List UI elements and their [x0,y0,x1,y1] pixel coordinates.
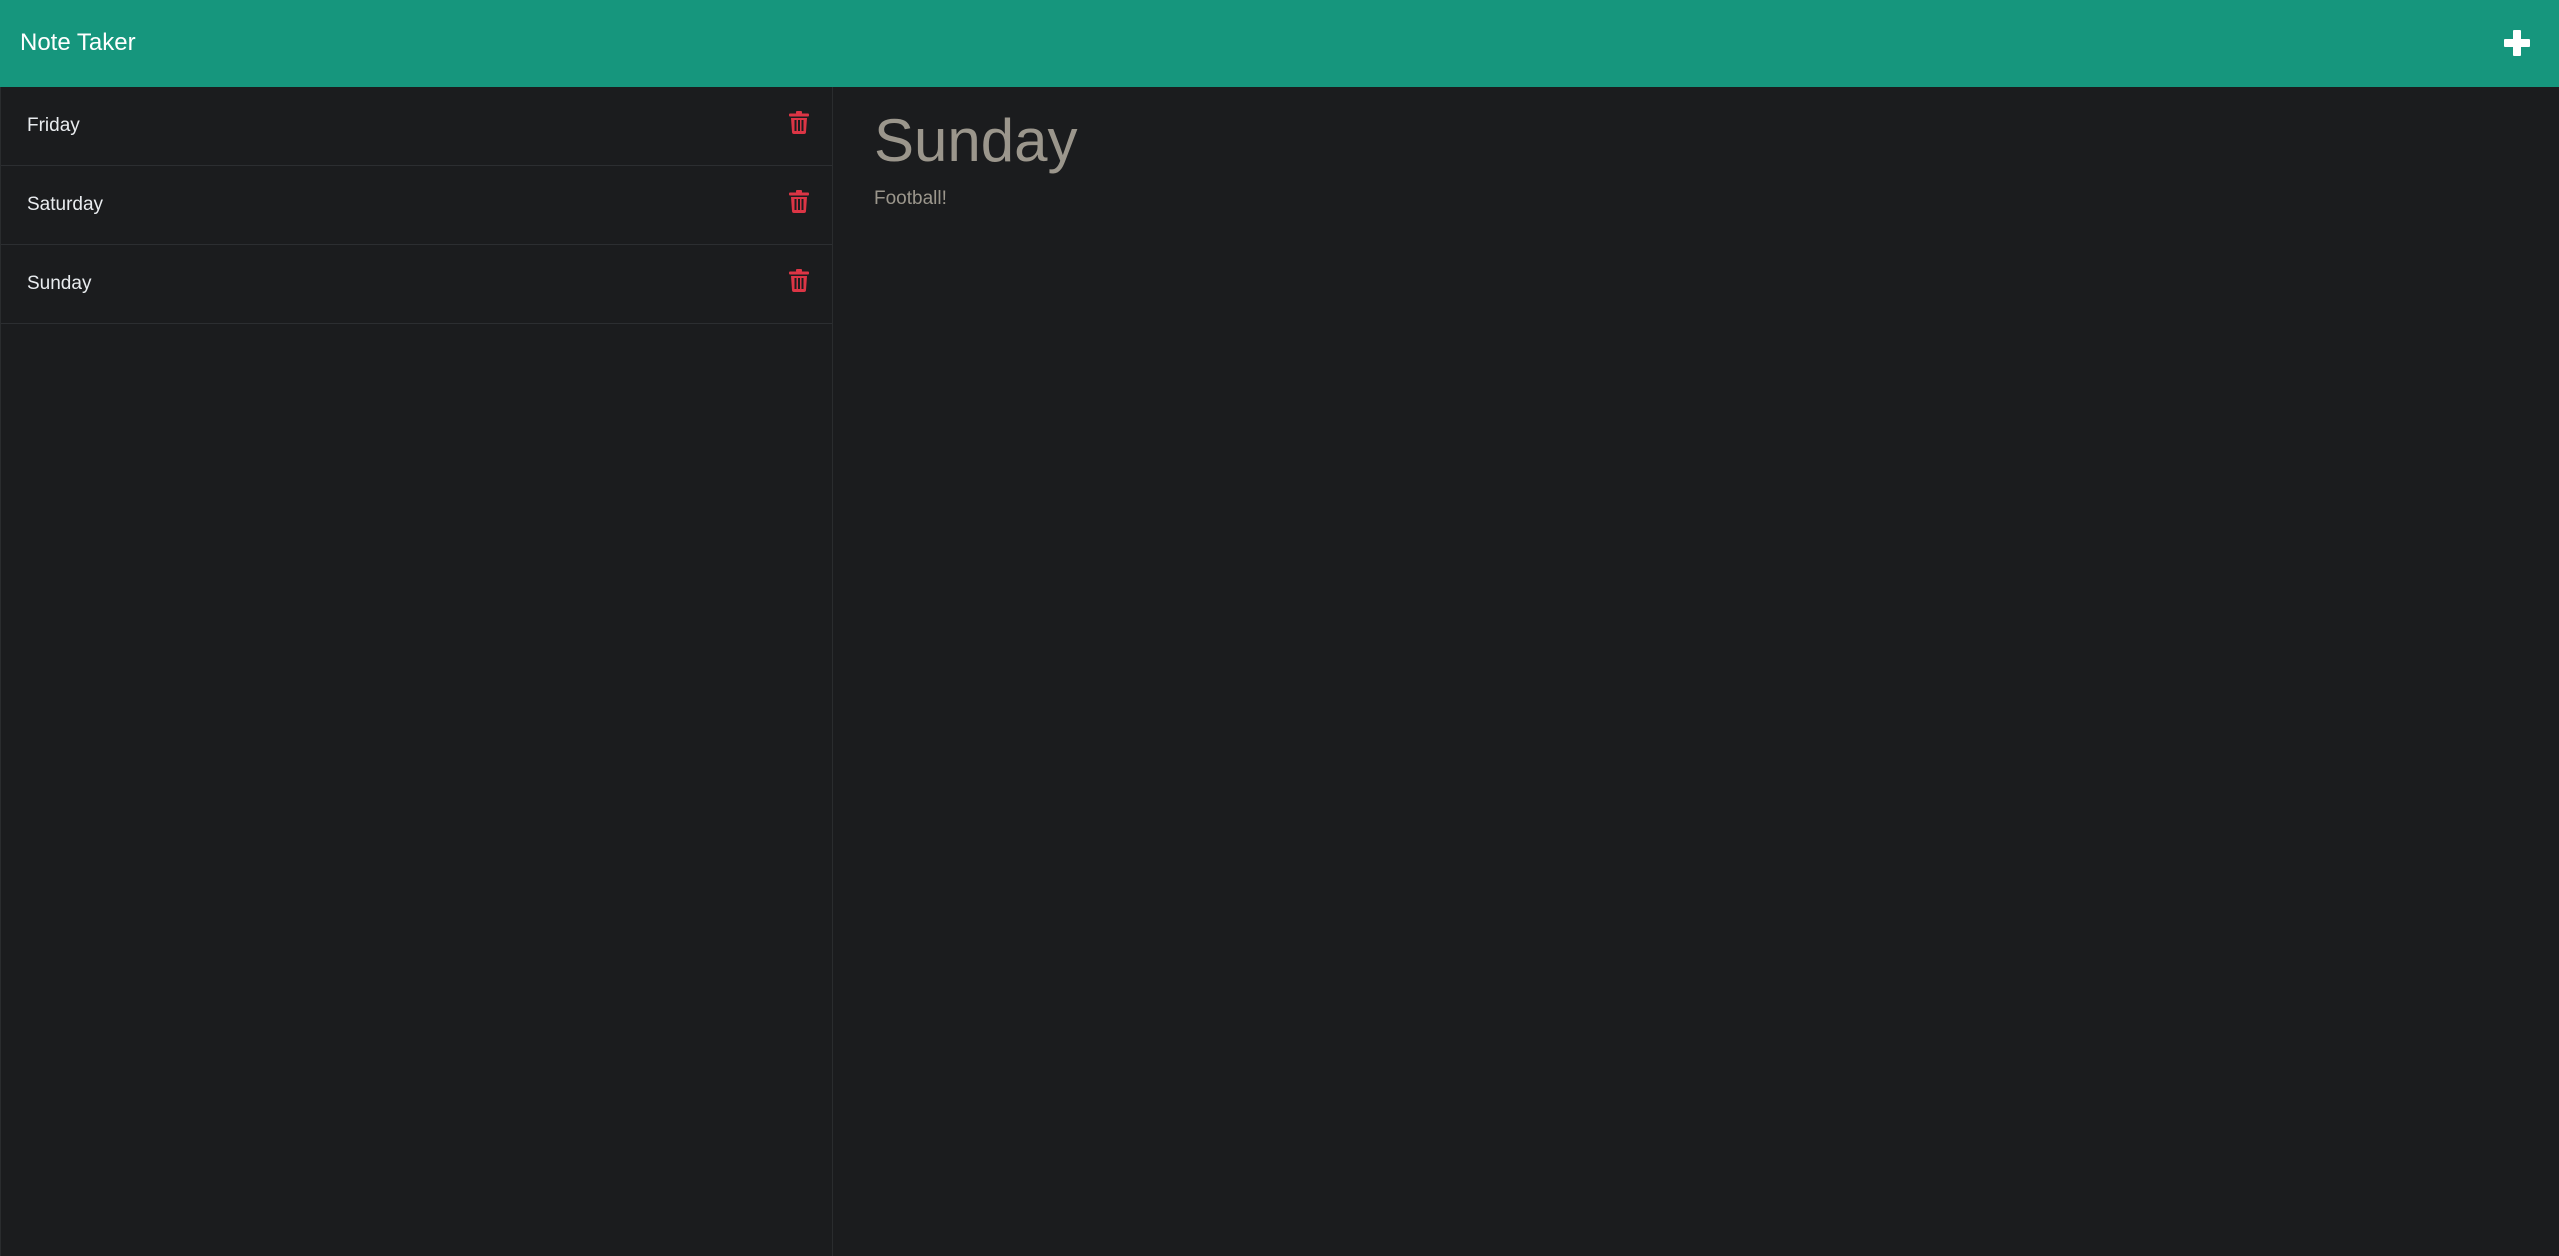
trash-icon [789,269,809,292]
new-note-button[interactable] [2500,26,2534,60]
note-list-item[interactable]: Sunday [1,245,832,324]
delete-note-button[interactable] [789,189,809,213]
note-text-area[interactable]: Football! [874,187,2514,587]
note-list-title: Sunday [27,273,92,294]
note-list-item[interactable]: Saturday [1,166,832,245]
trash-icon [789,111,809,134]
app-title[interactable]: Note Taker [20,27,136,59]
note-title-input[interactable] [874,100,2514,180]
delete-note-button[interactable] [789,110,809,134]
delete-note-button[interactable] [789,268,809,292]
note-list-title: Friday [27,115,80,136]
note-editor: Football! [833,87,2559,1256]
navbar: Note Taker [0,0,2559,87]
note-list-title: Saturday [27,194,104,215]
plus-icon [2504,30,2530,56]
trash-icon [789,190,809,213]
notes-sidebar: Friday Saturday Sunday [0,87,833,1256]
note-list: Friday Saturday Sunday [1,87,832,324]
note-list-item[interactable]: Friday [1,87,832,166]
